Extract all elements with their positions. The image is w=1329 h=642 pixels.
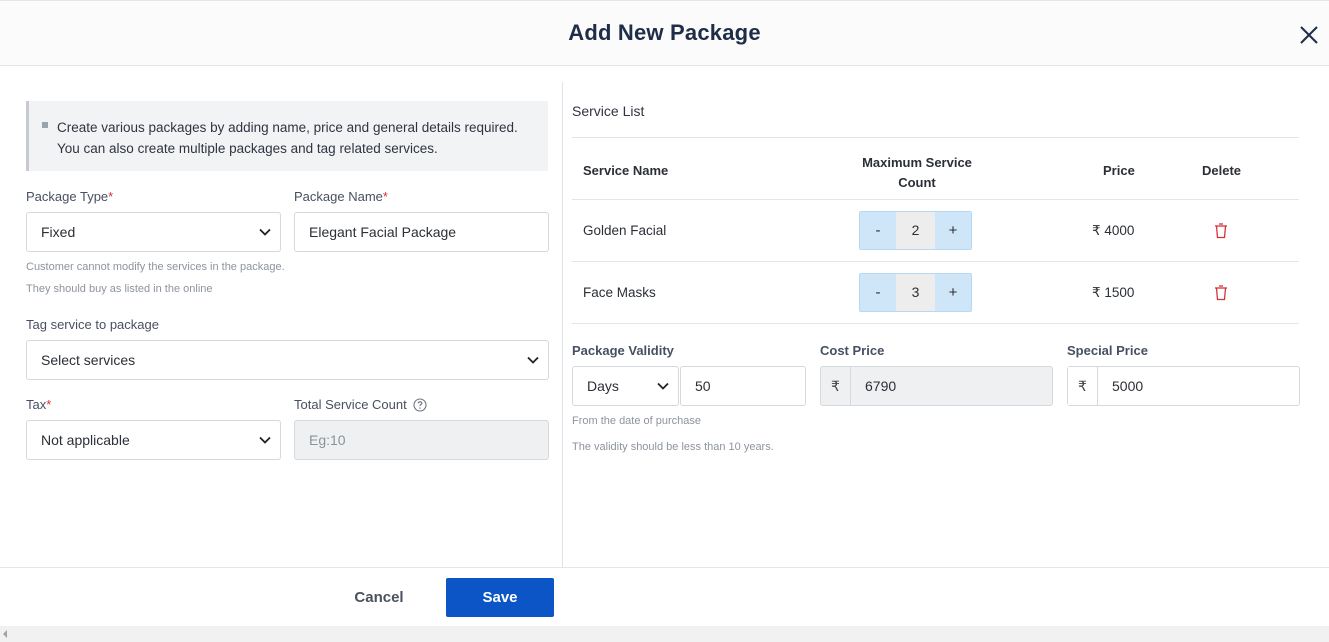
modal-footer: Cancel Save [0, 567, 1329, 626]
scroll-left-arrow-icon[interactable] [3, 630, 7, 638]
required-mark: * [108, 189, 114, 204]
info-text: Create various packages by adding name, … [57, 120, 518, 156]
package-type-label-text: Package Type [26, 189, 109, 204]
header-max-count-line1: Maximum Service [862, 155, 972, 170]
package-name-label: Package Name* [294, 189, 388, 204]
chevron-down-icon [657, 382, 669, 390]
save-button[interactable]: Save [446, 578, 554, 617]
package-name-input[interactable]: Elegant Facial Package [294, 212, 549, 252]
tax-label: Tax* [26, 397, 51, 412]
help-icon[interactable] [413, 398, 427, 412]
total-service-count-label: Total Service Count [294, 397, 407, 412]
special-price-input[interactable]: ₹ 5000 [1067, 366, 1300, 406]
currency-symbol: ₹ [821, 367, 851, 405]
tax-value: Not applicable [41, 432, 130, 448]
total-service-count-placeholder: Eg:10 [309, 432, 346, 448]
close-button[interactable] [1295, 21, 1323, 49]
increment-button[interactable]: + [935, 212, 971, 249]
chevron-down-icon [259, 228, 271, 236]
quantity-stepper: - 3 + [859, 273, 972, 312]
bullet-icon [42, 122, 48, 128]
cost-price-label: Cost Price [820, 343, 885, 358]
package-type-select[interactable]: Fixed [26, 212, 281, 252]
package-type-value: Fixed [41, 224, 76, 240]
table-row: Face Masks - 3 + ₹ 1500 [572, 262, 1299, 324]
package-type-hint-2: They should buy as listed in the online [26, 283, 213, 295]
validity-hint-2: The validity should be less than 10 year… [572, 441, 774, 453]
stepper-value[interactable]: 2 [896, 212, 935, 249]
tax-select[interactable]: Not applicable [26, 420, 281, 460]
tax-label-text: Tax [26, 397, 47, 412]
tag-service-label: Tag service to package [26, 317, 159, 332]
validity-value: 50 [695, 378, 711, 394]
header-delete: Delete [1202, 163, 1242, 178]
header-price: Price [1103, 163, 1135, 178]
special-price-value: 5000 [1112, 378, 1144, 394]
tag-service-select[interactable]: Select services [26, 340, 549, 380]
service-price: ₹ 1500 [1092, 285, 1135, 300]
required-mark: * [46, 397, 52, 412]
trash-icon[interactable] [1214, 285, 1228, 301]
total-service-count-input[interactable]: Eg:10 [294, 420, 549, 460]
special-price-label: Special Price [1067, 343, 1148, 358]
modal-title: Add New Package [568, 20, 761, 45]
trash-icon[interactable] [1214, 223, 1228, 239]
required-mark: * [382, 189, 388, 204]
validity-unit-value: Days [587, 378, 619, 394]
cancel-button[interactable]: Cancel [329, 578, 429, 617]
service-list-title: Service List [572, 103, 645, 119]
header-max-count-line2: Count [898, 175, 936, 190]
chevron-down-icon [527, 356, 539, 364]
package-validity-label: Package Validity [572, 343, 674, 358]
package-type-hint-1: Customer cannot modify the services in t… [26, 261, 285, 273]
currency-symbol: ₹ [1068, 367, 1098, 405]
header-max-count: Maximum Service Count [862, 153, 972, 193]
column-divider [562, 82, 563, 567]
table-row: Golden Facial - 2 + ₹ 4000 [572, 200, 1299, 262]
validity-value-input[interactable]: 50 [680, 366, 806, 406]
horizontal-scrollbar[interactable] [0, 626, 1329, 642]
quantity-stepper: - 2 + [859, 211, 972, 250]
validity-unit-select[interactable]: Days [572, 366, 679, 406]
total-service-count-label-text: Total Service Count [294, 397, 407, 412]
cost-price-input[interactable]: ₹ 6790 [820, 366, 1053, 406]
validity-hint-1: From the date of purchase [572, 415, 702, 427]
service-name: Golden Facial [583, 223, 667, 238]
cost-price-value: 6790 [865, 378, 897, 394]
tag-service-value: Select services [41, 352, 136, 368]
decrement-button[interactable]: - [860, 274, 896, 311]
stepper-value[interactable]: 3 [896, 274, 935, 311]
service-name: Face Masks [583, 285, 656, 300]
package-type-label: Package Type* [26, 189, 113, 204]
close-icon[interactable] [1295, 21, 1323, 49]
increment-button[interactable]: + [935, 274, 971, 311]
table-header-row: Service Name Maximum Service Count Price… [572, 137, 1299, 200]
package-name-label-text: Package Name [294, 189, 383, 204]
header-service-name: Service Name [583, 163, 669, 178]
info-box: Create various packages by adding name, … [26, 101, 548, 171]
service-price: ₹ 4000 [1092, 223, 1135, 238]
package-name-value: Elegant Facial Package [309, 224, 457, 240]
chevron-down-icon [259, 436, 271, 444]
modal-header: Add New Package [0, 0, 1329, 66]
decrement-button[interactable]: - [860, 212, 896, 249]
